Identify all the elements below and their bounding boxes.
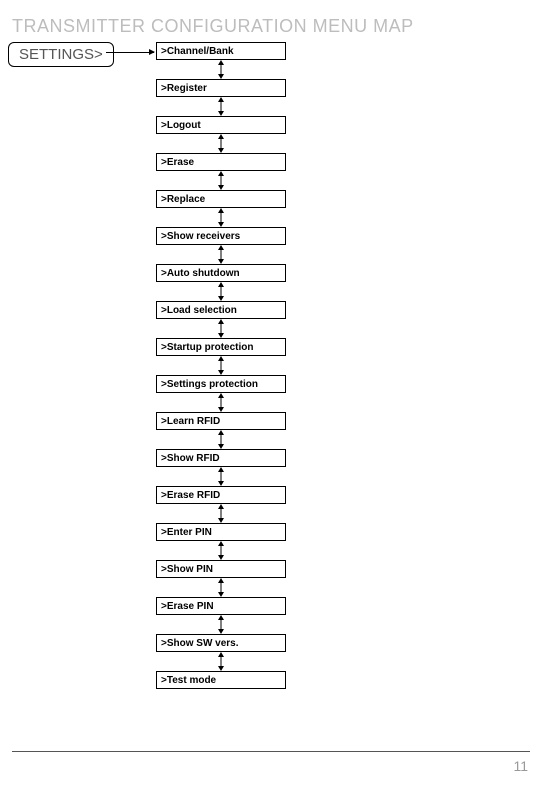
menu-item: >Logout <box>156 116 286 134</box>
menu-item: >Show PIN <box>156 560 286 578</box>
double-arrow-icon <box>156 504 286 523</box>
menu-item: >Test mode <box>156 671 286 689</box>
double-arrow-icon <box>156 319 286 338</box>
page-title: TRANSMITTER CONFIGURATION MENU MAP <box>12 16 414 37</box>
menu-item: >Show RFID <box>156 449 286 467</box>
double-arrow-icon <box>156 245 286 264</box>
menu-item: >Channel/Bank <box>156 42 286 60</box>
menu-item: >Show receivers <box>156 227 286 245</box>
menu-item: >Enter PIN <box>156 523 286 541</box>
double-arrow-icon <box>156 208 286 227</box>
double-arrow-icon <box>156 578 286 597</box>
arrow-right-icon <box>106 52 154 53</box>
menu-item: >Learn RFID <box>156 412 286 430</box>
double-arrow-icon <box>156 615 286 634</box>
menu-item: >Erase PIN <box>156 597 286 615</box>
menu-item: >Show SW vers. <box>156 634 286 652</box>
footer-divider <box>12 751 530 752</box>
double-arrow-icon <box>156 652 286 671</box>
double-arrow-icon <box>156 134 286 153</box>
menu-item: >Load selection <box>156 301 286 319</box>
menu-item: >Erase <box>156 153 286 171</box>
menu-item: >Startup protection <box>156 338 286 356</box>
double-arrow-icon <box>156 541 286 560</box>
double-arrow-icon <box>156 282 286 301</box>
settings-root-box: SETTINGS> <box>8 42 114 67</box>
page-number: 11 <box>513 758 528 774</box>
double-arrow-icon <box>156 430 286 449</box>
menu-item: >Auto shutdown <box>156 264 286 282</box>
double-arrow-icon <box>156 467 286 486</box>
double-arrow-icon <box>156 60 286 79</box>
menu-item: >Register <box>156 79 286 97</box>
double-arrow-icon <box>156 171 286 190</box>
double-arrow-icon <box>156 97 286 116</box>
double-arrow-icon <box>156 393 286 412</box>
menu-item: >Erase RFID <box>156 486 286 504</box>
double-arrow-icon <box>156 356 286 375</box>
menu-item: >Replace <box>156 190 286 208</box>
menu-item: >Settings protection <box>156 375 286 393</box>
menu-column: >Channel/Bank >Register >Logout >Erase >Repl… <box>156 42 286 689</box>
